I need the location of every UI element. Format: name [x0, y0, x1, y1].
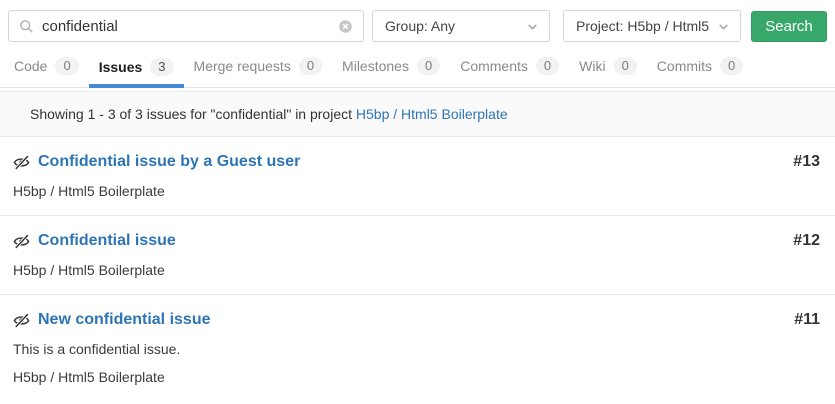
tab-label: Comments	[460, 58, 528, 74]
tab-count-badge: 0	[299, 57, 322, 75]
eye-slash-icon	[13, 154, 30, 171]
tab-label: Merge requests	[194, 58, 291, 74]
tab-label: Milestones	[342, 58, 409, 74]
tab-label: Issues	[99, 59, 143, 75]
issue-project-name: H5bp / Html5 Boilerplate	[13, 262, 820, 278]
tab-commits[interactable]: Commits 0	[647, 45, 753, 87]
tab-code[interactable]: Code 0	[4, 45, 89, 87]
issue-project-name: H5bp / Html5 Boilerplate	[13, 369, 820, 385]
group-filter-dropdown[interactable]: Group: Any	[372, 10, 550, 42]
search-toolbar: Group: Any Project: H5bp / Html5 ... Sea…	[0, 0, 835, 42]
issue-number: #11	[794, 311, 820, 329]
tab-issues[interactable]: Issues 3	[89, 46, 184, 88]
results-summary-bar: Showing 1 - 3 of 3 issues for "confident…	[0, 91, 835, 137]
tab-count-badge: 0	[614, 57, 637, 75]
clear-circle-icon[interactable]	[338, 19, 353, 34]
tab-count-badge: 0	[55, 57, 78, 75]
results-summary-text: Showing 1 - 3 of 3 issues for "confident…	[30, 106, 352, 122]
eye-slash-icon	[13, 233, 30, 250]
search-input[interactable]	[42, 18, 330, 35]
issue-title-link[interactable]: Confidential issue	[13, 232, 176, 250]
tab-count-badge: 0	[720, 57, 743, 75]
project-filter-label: Project: H5bp / Html5 ...	[576, 18, 711, 34]
tab-count-badge: 3	[150, 58, 173, 76]
chevron-down-icon	[717, 20, 730, 33]
tab-label: Commits	[657, 58, 712, 74]
issue-title-link[interactable]: New confidential issue	[13, 311, 210, 329]
issue-result-row: Confidential issue #12 H5bp / Html5 Boil…	[0, 216, 835, 295]
project-filter-dropdown[interactable]: Project: H5bp / Html5 ...	[563, 10, 741, 42]
issue-title-text: Confidential issue by a Guest user	[38, 153, 300, 171]
issue-header: New confidential issue #11	[13, 311, 820, 329]
search-input-wrapper[interactable]	[8, 10, 364, 42]
search-icon	[19, 19, 34, 34]
tab-count-badge: 0	[536, 57, 559, 75]
results-list: Confidential issue by a Guest user #13 H…	[0, 137, 835, 401]
search-scope-tabs: Code 0 Issues 3 Merge requests 0 Milesto…	[0, 45, 835, 88]
issue-description: This is a confidential issue.	[13, 341, 820, 357]
tab-comments[interactable]: Comments 0	[450, 45, 569, 87]
issue-title-link[interactable]: Confidential issue by a Guest user	[13, 153, 300, 171]
tab-label: Code	[14, 58, 47, 74]
issue-title-text: New confidential issue	[38, 311, 210, 329]
issue-header: Confidential issue #12	[13, 232, 820, 250]
issue-number: #13	[793, 153, 820, 171]
issue-title-text: Confidential issue	[38, 232, 176, 250]
issue-result-row: New confidential issue #11 This is a con…	[0, 295, 835, 401]
issue-project-name: H5bp / Html5 Boilerplate	[13, 183, 820, 199]
tab-merge-requests[interactable]: Merge requests 0	[184, 45, 333, 87]
eye-slash-icon	[13, 312, 30, 329]
search-button[interactable]: Search	[751, 11, 827, 42]
chevron-down-icon	[526, 20, 539, 33]
tab-milestones[interactable]: Milestones 0	[332, 45, 450, 87]
issue-result-row: Confidential issue by a Guest user #13 H…	[0, 137, 835, 216]
issue-header: Confidential issue by a Guest user #13	[13, 153, 820, 171]
tab-label: Wiki	[579, 58, 605, 74]
tab-wiki[interactable]: Wiki 0	[569, 45, 647, 87]
tab-count-badge: 0	[417, 57, 440, 75]
group-filter-label: Group: Any	[385, 18, 455, 34]
summary-project-link[interactable]: H5bp / Html5 Boilerplate	[356, 106, 508, 122]
issue-number: #12	[793, 232, 820, 250]
